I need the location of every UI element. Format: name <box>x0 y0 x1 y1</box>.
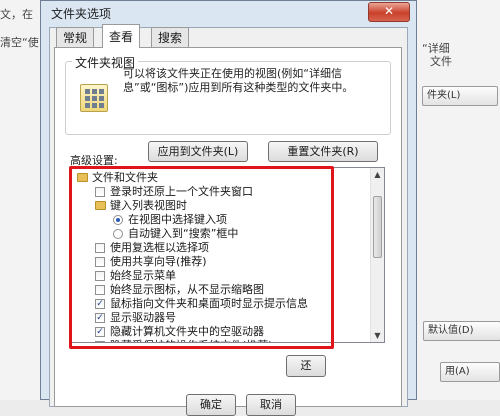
advanced-settings-label: 高级设置: <box>70 154 118 167</box>
tree-item-label: 登录时还原上一个文件夹窗口 <box>110 185 253 198</box>
cancel-button[interactable]: 取消 <box>246 394 296 416</box>
tree-item-label: 键入列表视图时 <box>110 199 187 212</box>
tree-item-label: 隐藏受保护的操作系统文件(推荐) <box>110 339 273 342</box>
checkbox[interactable] <box>95 257 105 267</box>
tree-item-label: 使用复选框以选择项 <box>110 241 209 254</box>
tree-item-label: 文件和文件夹 <box>92 171 158 184</box>
checkbox[interactable]: ✓ <box>95 299 105 309</box>
checkbox[interactable] <box>95 285 105 295</box>
tree-item-label: 鼠标指向文件夹和桌面项时显示提示信息 <box>110 297 308 310</box>
tree-scrollbar[interactable]: ▲ ▼ <box>370 168 384 342</box>
background-button: 用(A) <box>440 362 500 382</box>
tree-item-label: 使用共享向导(推荐) <box>110 255 207 268</box>
scroll-up-arrow-icon[interactable]: ▲ <box>371 168 384 181</box>
radio-button[interactable] <box>113 229 123 239</box>
tree-item-label: 在视图中选择键入项 <box>128 213 227 226</box>
tab-search[interactable]: 搜索 <box>151 27 190 47</box>
folder-view-description: 可以将该文件夹正在使用的视图(例如“详细信息”或“图标”)应用到所有这种类型的文… <box>123 67 354 94</box>
tree-item-label: 隐藏计算机文件夹中的空驱动器 <box>110 325 264 338</box>
folder-icon <box>95 201 106 210</box>
folder-icon <box>77 173 88 182</box>
checkbox[interactable]: ✓ <box>95 341 105 342</box>
background-button: 默认值(D) <box>423 321 500 341</box>
reset-folders-button[interactable]: 重置文件夹(R) <box>268 141 378 162</box>
ok-button[interactable]: 确定 <box>186 394 236 416</box>
checkbox[interactable] <box>95 243 105 253</box>
background-text: 清空“使 <box>0 36 39 49</box>
close-button[interactable]: ✕ <box>368 2 410 22</box>
background-text: 文，在 <box>0 8 33 21</box>
tab-general[interactable]: 常规 <box>56 27 95 47</box>
scroll-down-arrow-icon[interactable]: ▼ <box>371 329 384 342</box>
dialog-title: 文件夹选项 <box>51 7 112 21</box>
background-button: 件夹(L) <box>422 86 498 106</box>
restore-defaults-button[interactable]: 还 <box>286 355 326 377</box>
title-bar[interactable]: 文件夹选项 ✕ <box>41 1 416 27</box>
scroll-thumb[interactable] <box>373 196 382 258</box>
tab-view[interactable]: 查看 <box>102 24 141 48</box>
tree-item-label: 始终显示图标，从不显示缩略图 <box>110 283 264 296</box>
tree-item-label: 显示驱动器号 <box>110 311 176 324</box>
radio-button[interactable] <box>113 215 123 225</box>
advanced-settings-tree[interactable]: 文件和文件夹 登录时还原上一个文件夹窗口 键入列表视图时 在视图中选择键入项 自动键入到… <box>70 167 385 343</box>
background-text: 文件 <box>430 55 452 68</box>
checkbox[interactable] <box>95 271 105 281</box>
close-icon: ✕ <box>383 4 395 18</box>
checkbox[interactable]: ✓ <box>95 327 105 337</box>
checkbox[interactable] <box>95 187 105 197</box>
tree-item-label: 自动键入到“搜索”框中 <box>128 227 239 240</box>
apply-to-folders-button[interactable]: 应用到文件夹(L) <box>148 141 248 162</box>
checkbox[interactable]: ✓ <box>95 313 105 323</box>
folder-view-icon <box>80 84 108 112</box>
folder-view-group: 文件夹视图 可以将该文件夹正在使用的视图(例如“详细信息”或“图标”)应用到所有… <box>65 54 391 135</box>
tree-item-label: 始终显示菜单 <box>110 269 176 282</box>
